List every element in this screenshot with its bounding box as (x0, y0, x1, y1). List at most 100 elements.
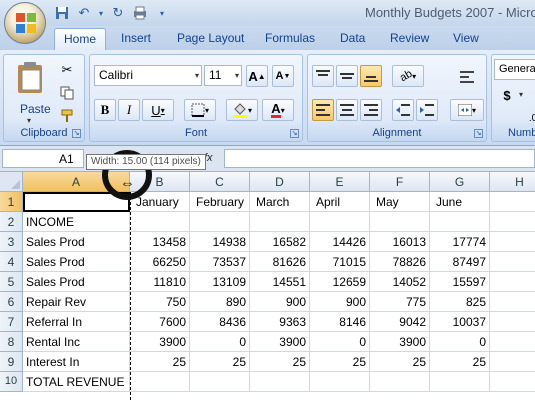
tab-view[interactable]: View (453, 31, 479, 45)
align-left-button[interactable] (312, 99, 334, 121)
save-icon[interactable] (52, 4, 72, 22)
cell-b4[interactable]: 66250 (130, 252, 190, 272)
cell-c3[interactable]: 14938 (190, 232, 250, 252)
tab-page-layout[interactable]: Page Layout (177, 31, 244, 45)
cell-d4[interactable]: 81626 (250, 252, 310, 272)
currency-button[interactable]: $ (496, 84, 518, 106)
dialog-launcher-icon[interactable]: ↘ (474, 129, 483, 138)
row-header-8[interactable]: 8 (0, 332, 23, 352)
row-header-5[interactable]: 5 (0, 272, 23, 292)
cell-d7[interactable]: 9363 (250, 312, 310, 332)
cell-d2[interactable] (250, 212, 310, 232)
paste-button[interactable]: Paste ▾ (10, 59, 52, 125)
cell-c9[interactable]: 25 (190, 352, 250, 372)
cell-b10[interactable] (130, 372, 190, 392)
decimal-icon[interactable]: .0 (522, 107, 535, 129)
cell-f2[interactable] (370, 212, 430, 232)
cell-d10[interactable] (250, 372, 310, 392)
column-header-f[interactable]: F (370, 172, 430, 192)
cell-g6[interactable]: 825 (430, 292, 490, 312)
cell-e8[interactable]: 0 (310, 332, 370, 352)
align-center-button[interactable] (336, 99, 358, 121)
underline-button[interactable]: U ▾ (142, 99, 174, 121)
cell-g3[interactable]: 17774 (430, 232, 490, 252)
cell-a3[interactable]: Sales Prod (23, 232, 130, 252)
dialog-launcher-icon[interactable]: ↘ (290, 129, 299, 138)
align-bottom-button[interactable] (360, 65, 382, 87)
cell-f10[interactable] (370, 372, 430, 392)
cell-c8[interactable]: 0 (190, 332, 250, 352)
align-middle-button[interactable] (336, 65, 358, 87)
cell-h10[interactable] (490, 372, 535, 392)
cell-c5[interactable]: 13109 (190, 272, 250, 292)
cell-f3[interactable]: 16013 (370, 232, 430, 252)
cell-f5[interactable]: 14052 (370, 272, 430, 292)
cell-e1[interactable]: April (310, 192, 370, 212)
cell-f7[interactable]: 9042 (370, 312, 430, 332)
cell-e5[interactable]: 12659 (310, 272, 370, 292)
cell-e2[interactable] (310, 212, 370, 232)
cell-d1[interactable]: March (250, 192, 310, 212)
cell-h9[interactable] (490, 352, 535, 372)
shrink-font-button[interactable]: A ▼ (272, 65, 294, 87)
row-header-10[interactable]: 10 (0, 372, 23, 392)
cell-a10[interactable]: TOTAL REVENUE (23, 372, 130, 392)
borders-button[interactable]: ▾ (184, 99, 216, 121)
tab-data[interactable]: Data (340, 31, 365, 45)
select-all-button[interactable] (0, 172, 23, 192)
cell-e6[interactable]: 900 (310, 292, 370, 312)
cell-e7[interactable]: 8146 (310, 312, 370, 332)
cell-h7[interactable] (490, 312, 535, 332)
cell-a9[interactable]: Interest In (23, 352, 130, 372)
cell-c1[interactable]: February (190, 192, 250, 212)
cell-h3[interactable] (490, 232, 535, 252)
cell-h4[interactable] (490, 252, 535, 272)
cell-e4[interactable]: 71015 (310, 252, 370, 272)
worksheet-grid[interactable]: A B C D E F G H 1 2 3 4 5 6 7 8 9 10 Jan… (0, 172, 535, 400)
cell-b5[interactable]: 11810 (130, 272, 190, 292)
tab-insert[interactable]: Insert (121, 31, 151, 45)
formula-input[interactable] (224, 149, 535, 168)
bold-button[interactable]: B (94, 99, 116, 121)
cell-b9[interactable]: 25 (130, 352, 190, 372)
undo-icon[interactable]: ↶ (74, 4, 94, 22)
cell-a2[interactable]: INCOME (23, 212, 130, 232)
grow-font-button[interactable]: A ▲ (246, 65, 268, 87)
cell-a4[interactable]: Sales Prod (23, 252, 130, 272)
customize-toolbar-icon[interactable]: ▾ (152, 4, 172, 22)
chevron-down-icon[interactable]: ▾ (96, 4, 106, 22)
cell-h1[interactable] (490, 192, 535, 212)
cell-c6[interactable]: 890 (190, 292, 250, 312)
row-header-1[interactable]: 1 (0, 192, 23, 212)
cell-d3[interactable]: 16582 (250, 232, 310, 252)
cell-h5[interactable] (490, 272, 535, 292)
cell-e3[interactable]: 14426 (310, 232, 370, 252)
cell-b6[interactable]: 750 (130, 292, 190, 312)
row-header-2[interactable]: 2 (0, 212, 23, 232)
cell-g1[interactable]: June (430, 192, 490, 212)
tab-home[interactable]: Home (54, 28, 107, 50)
print-icon[interactable] (130, 4, 150, 22)
align-top-button[interactable] (312, 65, 334, 87)
row-header-9[interactable]: 9 (0, 352, 23, 372)
dialog-launcher-icon[interactable]: ↘ (72, 129, 81, 138)
row-header-7[interactable]: 7 (0, 312, 23, 332)
fill-color-button[interactable]: ▾ (226, 99, 258, 121)
cell-b3[interactable]: 13458 (130, 232, 190, 252)
cell-d8[interactable]: 3900 (250, 332, 310, 352)
redo-icon[interactable]: ↻ (108, 4, 128, 22)
cell-f4[interactable]: 78826 (370, 252, 430, 272)
column-header-h[interactable]: H (490, 172, 535, 192)
cell-c2[interactable] (190, 212, 250, 232)
tab-review[interactable]: Review (390, 31, 429, 45)
cell-g7[interactable]: 10037 (430, 312, 490, 332)
name-box[interactable]: A1 (2, 149, 84, 168)
office-button[interactable] (4, 2, 46, 44)
cell-g4[interactable]: 87497 (430, 252, 490, 272)
cell-h8[interactable] (490, 332, 535, 352)
cell-f1[interactable]: May (370, 192, 430, 212)
cell-g5[interactable]: 15597 (430, 272, 490, 292)
cell-h2[interactable] (490, 212, 535, 232)
cell-h6[interactable] (490, 292, 535, 312)
cell-g10[interactable] (430, 372, 490, 392)
